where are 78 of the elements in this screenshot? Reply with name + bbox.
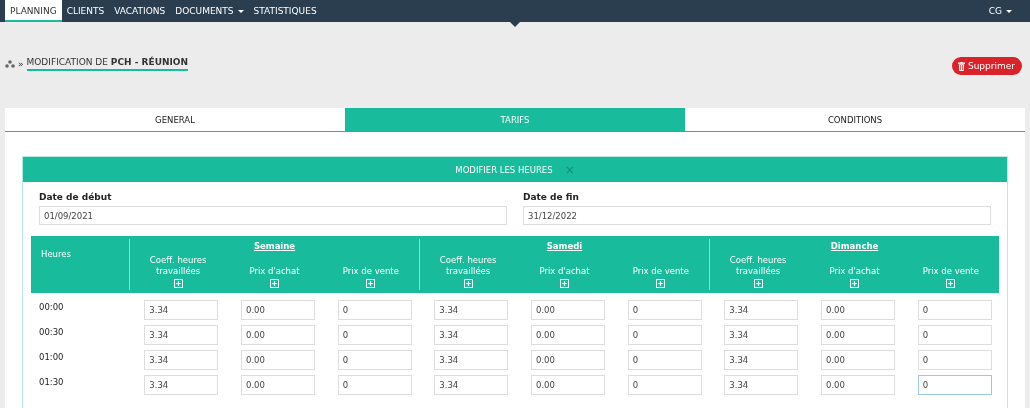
- field-label: Date de fin: [523, 192, 580, 202]
- nav-link[interactable]: STATISTIQUES: [248, 0, 322, 22]
- nav-link[interactable]: VACATIONS: [109, 0, 171, 22]
- plus-square-icon[interactable]: [753, 279, 763, 288]
- plus-square-icon[interactable]: [656, 279, 666, 288]
- column-header: Prix d'achat: [539, 266, 590, 277]
- input-field[interactable]: 0.00: [821, 375, 895, 395]
- input-field[interactable]: 0.00: [531, 375, 605, 395]
- input-field[interactable]: 0: [917, 300, 992, 320]
- input-field[interactable]: 3.34: [724, 300, 799, 320]
- input-field[interactable]: 3.34: [724, 375, 799, 395]
- input-field[interactable]: 3.34: [724, 325, 799, 345]
- card-title: MODIFIER LES HEURES: [455, 164, 553, 175]
- input-field[interactable]: 0: [917, 350, 992, 370]
- input-field[interactable]: 0: [337, 300, 412, 320]
- user-menu[interactable]: CG: [983, 0, 1017, 22]
- time-label: 00:30: [38, 326, 65, 339]
- input-field[interactable]: 0.00: [241, 375, 315, 395]
- plus-square-icon[interactable]: [946, 279, 956, 288]
- group-header: Dimanche: [830, 241, 879, 251]
- input-field[interactable]: 3.34: [144, 375, 219, 395]
- input-field[interactable]: 0: [627, 300, 702, 320]
- field-label: Date de début: [39, 192, 113, 202]
- input-field[interactable]: 0: [627, 350, 702, 370]
- column-header: Coeff. heures travaillées: [148, 255, 208, 277]
- input-field[interactable]: 3.34: [144, 325, 219, 345]
- plus-square-icon[interactable]: [463, 279, 473, 288]
- trash-icon: [957, 61, 965, 71]
- input-field[interactable]: 0.00: [821, 350, 895, 370]
- delete-button[interactable]: Supprimer: [951, 57, 1022, 75]
- group-header: Semaine: [253, 241, 296, 251]
- plus-square-icon[interactable]: [850, 279, 859, 288]
- date-field[interactable]: 31/12/2022: [523, 206, 991, 225]
- column-header: Coeff. heures travaillées: [728, 255, 788, 277]
- input-field[interactable]: 0.00: [241, 300, 315, 320]
- input-field[interactable]: 0: [917, 325, 992, 345]
- input-field[interactable]: 3.34: [434, 375, 509, 395]
- input-field[interactable]: 3.34: [144, 350, 219, 370]
- input-field[interactable]: 3.34: [434, 325, 509, 345]
- input-field[interactable]: 0.00: [821, 325, 895, 345]
- input-field[interactable]: 3.34: [724, 350, 799, 370]
- input-field[interactable]: 0: [337, 325, 412, 345]
- plus-square-icon[interactable]: [173, 279, 183, 288]
- input-field[interactable]: 3.34: [434, 300, 509, 320]
- group-header: Samedi: [546, 241, 583, 251]
- input-field[interactable]: 0.00: [241, 350, 315, 370]
- column-header: Prix de vente: [632, 266, 689, 277]
- input-field[interactable]: 0.00: [531, 300, 605, 320]
- column-header: Prix de vente: [922, 266, 979, 277]
- column-header: Prix d'achat: [829, 266, 880, 277]
- sitemap-icon: [5, 60, 15, 68]
- nav-link[interactable]: CLIENTS: [61, 0, 110, 22]
- column-header: Prix de vente: [342, 266, 399, 277]
- plus-square-icon[interactable]: [270, 279, 279, 288]
- time-label: 01:30: [38, 376, 65, 389]
- column-header: Coeff. heures travaillées: [438, 255, 498, 277]
- nav-link[interactable]: PLANNING: [5, 0, 62, 22]
- input-field[interactable]: 0: [627, 375, 702, 395]
- column-header: Heures: [40, 248, 72, 261]
- plus-square-icon[interactable]: [560, 279, 569, 288]
- input-field[interactable]: 0: [917, 375, 992, 395]
- time-label: 01:00: [38, 351, 65, 364]
- breadcrumb-separator: »: [18, 59, 24, 69]
- input-field[interactable]: 0: [337, 375, 412, 395]
- input-field[interactable]: 0.00: [241, 325, 315, 345]
- input-field[interactable]: 0: [627, 325, 702, 345]
- column-header: Prix d'achat: [249, 266, 300, 277]
- page-title: MODIFICATION DE PCH - RÉUNION: [26, 57, 189, 71]
- input-field[interactable]: 3.34: [434, 350, 509, 370]
- nav-link[interactable]: DOCUMENTS: [170, 0, 249, 22]
- input-field[interactable]: 0.00: [531, 325, 605, 345]
- input-field[interactable]: 0: [337, 350, 412, 370]
- input-field[interactable]: 3.34: [144, 300, 219, 320]
- input-field[interactable]: 0.00: [821, 300, 895, 320]
- plus-square-icon[interactable]: [366, 279, 376, 288]
- date-field[interactable]: 01/09/2021: [39, 206, 507, 225]
- input-field[interactable]: 0.00: [531, 350, 605, 370]
- time-label: 00:00: [38, 301, 65, 314]
